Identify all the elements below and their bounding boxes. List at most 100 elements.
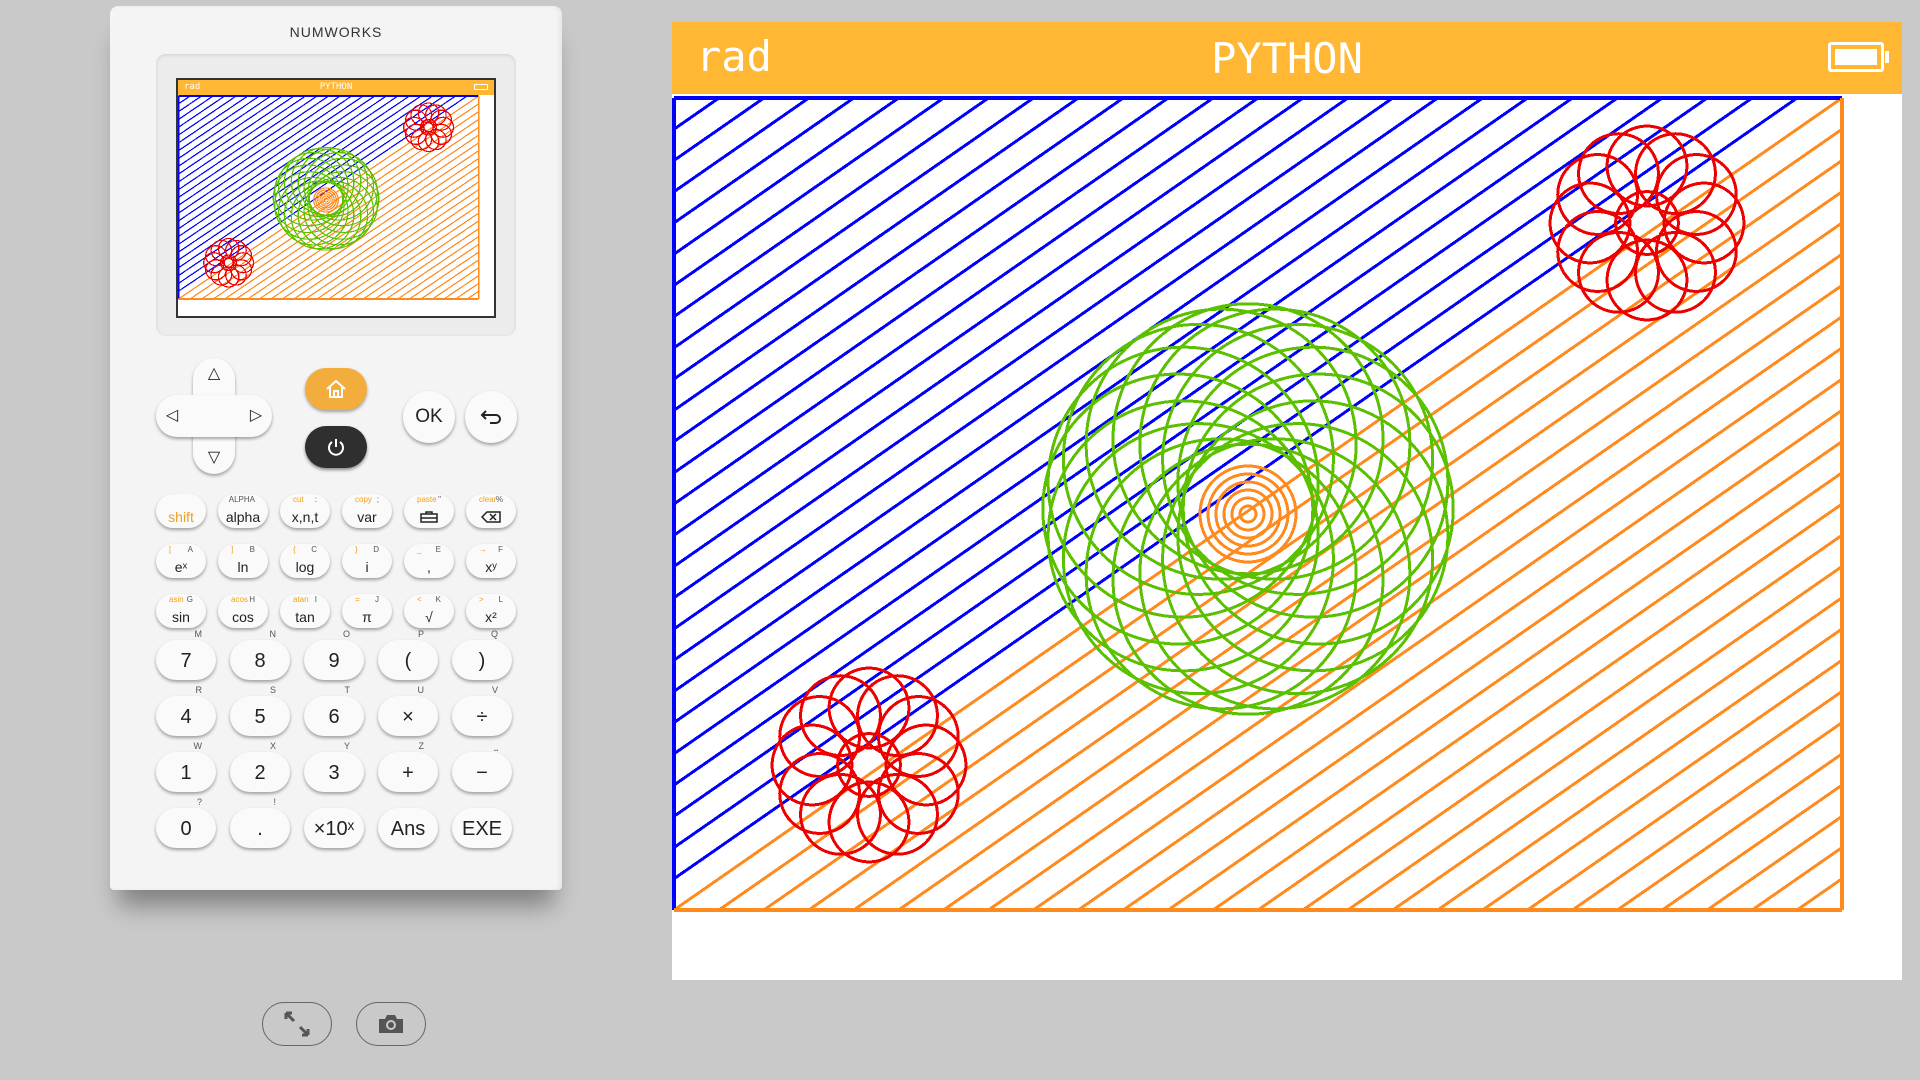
key-alpha[interactable]: ALPHA alpha — [218, 494, 268, 528]
key-alpha-label: S — [269, 685, 276, 695]
key-alpha-label: B — [249, 545, 255, 554]
key-clear[interactable]: clear% — [466, 494, 516, 528]
key-main-label: x,n,t — [291, 509, 319, 525]
key-alpha-label: : — [314, 495, 317, 504]
key-main-label: π — [362, 609, 372, 625]
key-x[interactable]: − ⎵ — [452, 741, 512, 792]
power-button[interactable] — [305, 426, 367, 468]
key-x[interactable]: _ E, — [404, 544, 454, 578]
key-log[interactable]: {Clog — [280, 544, 330, 578]
key-xxnxt[interactable]: cut: x,n,t — [280, 494, 330, 528]
key-var[interactable]: copy; var — [342, 494, 392, 528]
home-button[interactable] — [305, 368, 367, 410]
key-shift-label: paste — [417, 495, 437, 504]
key-alpha-label: Q — [490, 629, 498, 639]
key-alpha-label: ⎵ — [494, 741, 498, 751]
key-x[interactable]: ) Q — [452, 629, 512, 680]
key-alpha-label: ; — [376, 495, 379, 504]
key-x[interactable]: .! — [230, 797, 290, 848]
key-x[interactable]: = Jπ — [342, 594, 392, 628]
key-main-label: Ans — [390, 818, 426, 840]
key-x[interactable]: ÷ V — [452, 685, 512, 736]
key-main-label: 6 — [328, 706, 340, 728]
key-main-label: alpha — [225, 509, 261, 525]
key-shift-label: → — [479, 545, 487, 554]
up-arrow-button[interactable]: △ — [202, 362, 226, 386]
key-alpha-label: L — [498, 595, 503, 604]
right-arrow-button[interactable]: ▷ — [244, 404, 268, 428]
key-x10x[interactable]: ×10ˣ — [304, 808, 364, 848]
key-8[interactable]: 8N — [230, 629, 290, 680]
key-alpha-label: V — [491, 685, 498, 695]
key-xx[interactable]: > Lx² — [466, 594, 516, 628]
status-bar: rad PYTHON — [672, 22, 1902, 94]
key-main-label: + — [402, 762, 414, 784]
key-main-label: var — [357, 509, 377, 525]
key-main-label: − — [476, 762, 488, 784]
key-shift-label: = — [355, 595, 360, 604]
key-cos[interactable]: acos Hcos — [218, 594, 268, 628]
key-exe[interactable]: EXE — [452, 808, 512, 848]
key-tan[interactable]: atan Itan — [280, 594, 330, 628]
toolbox-icon — [420, 511, 438, 523]
key-0[interactable]: 0? — [156, 797, 216, 848]
ok-button[interactable]: OK — [403, 391, 455, 443]
key-x[interactable]: < K √ — [404, 594, 454, 628]
fullscreen-button[interactable] — [262, 1002, 332, 1046]
key-paste[interactable]: paste " — [404, 494, 454, 528]
key-alpha-label: I — [314, 595, 317, 604]
key-shift-label: _ — [417, 545, 422, 554]
key-3[interactable]: 3Y — [304, 741, 364, 792]
key-7[interactable]: 7M — [156, 629, 216, 680]
key-main-label: shift — [168, 509, 194, 525]
key-ans[interactable]: Ans — [378, 808, 438, 848]
key-main-label: ln — [237, 559, 249, 575]
back-icon — [480, 410, 501, 424]
key-ln[interactable]: ] Bln — [218, 544, 268, 578]
key-shift-label: atan — [293, 595, 309, 604]
key-alpha-label: C — [311, 545, 317, 554]
key-alpha-label: H — [249, 595, 255, 604]
key-alpha-label: M — [194, 629, 203, 639]
key-i[interactable]: } Di — [342, 544, 392, 578]
power-icon — [328, 439, 344, 456]
down-arrow-button[interactable]: ▽ — [202, 446, 226, 470]
key-main-label: 9 — [328, 650, 340, 672]
key-main-label: 4 — [180, 706, 192, 728]
key-shift[interactable]: shift — [156, 494, 206, 528]
mini-screen: rad PYTHON — [176, 78, 496, 318]
key-x[interactable]: × U — [378, 685, 438, 736]
key-shift-label: { — [293, 545, 296, 554]
key-alpha-label: " — [438, 495, 441, 504]
key-alpha-label: O — [342, 629, 350, 639]
screen-bezel: rad PYTHON — [156, 54, 516, 336]
key-alpha-label: ! — [273, 797, 276, 807]
key-x[interactable]: + Z — [378, 741, 438, 792]
key-4[interactable]: 4R — [156, 685, 216, 736]
screenshot-button[interactable] — [356, 1002, 426, 1046]
key-main-label: xʸ — [485, 559, 497, 575]
mini-battery-icon — [474, 84, 488, 90]
back-button[interactable] — [465, 391, 517, 443]
key-x[interactable]: (P — [378, 629, 438, 680]
key-alpha-label: R — [195, 685, 203, 695]
key-ex[interactable]: [Aeˣ — [156, 544, 206, 578]
left-arrow-button[interactable]: ◁ — [160, 404, 184, 428]
key-sin[interactable]: asin Gsin — [156, 594, 206, 628]
key-main-label: cos — [232, 609, 254, 625]
key-9[interactable]: 9O — [304, 629, 364, 680]
battery-icon — [1828, 42, 1889, 72]
key-main-label: EXE — [461, 818, 503, 840]
key-alpha-label: J — [375, 595, 379, 604]
home-icon — [326, 379, 346, 398]
key-1[interactable]: 1W — [156, 741, 216, 792]
key-xx[interactable]: → Fxʸ — [466, 544, 516, 578]
key-alpha-label: G — [186, 595, 193, 604]
key-5[interactable]: 5S — [230, 685, 290, 736]
key-shift-label: clear — [479, 495, 497, 504]
key-alpha-label: U — [417, 685, 425, 695]
key-6[interactable]: 6T — [304, 685, 364, 736]
key-main-label: 5 — [254, 706, 266, 728]
key-2[interactable]: 2X — [230, 741, 290, 792]
key-alpha-label: % — [495, 495, 503, 504]
